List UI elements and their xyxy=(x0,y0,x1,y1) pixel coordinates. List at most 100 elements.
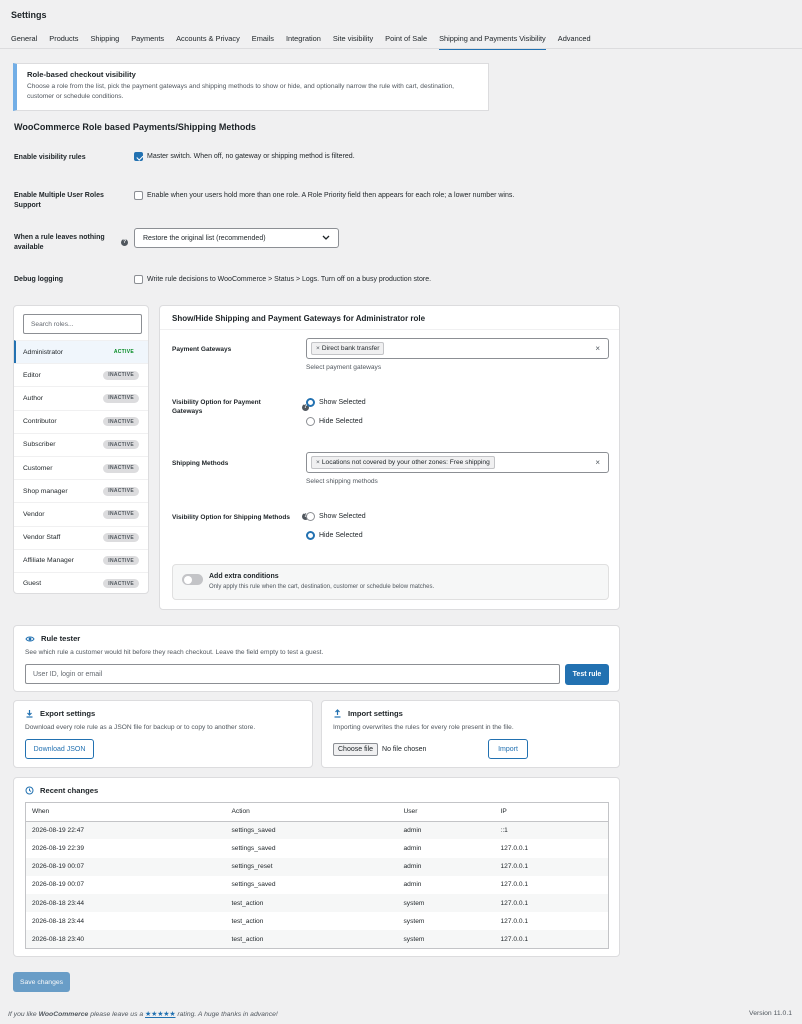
role-item[interactable]: Subscriber INACTIVE xyxy=(14,432,148,456)
recent-changes-table: When Action User IP 2026-08-19 22:47 setting… xyxy=(25,802,609,950)
remove-tag-icon[interactable]: × xyxy=(316,459,320,466)
role-name: Administrator xyxy=(23,348,64,356)
tabs-divider xyxy=(0,48,802,49)
recent-changes-title: Recent changes xyxy=(40,786,99,795)
footer-brand: WooCommerce xyxy=(38,1011,89,1018)
status-badge: INACTIVE xyxy=(103,417,139,427)
radio-button[interactable] xyxy=(306,398,315,407)
table-cell: test_action xyxy=(225,930,398,949)
debug-checkbox[interactable] xyxy=(134,275,143,284)
table-cell: 2026-08-19 22:47 xyxy=(25,821,226,840)
enable-visibility-text: Master switch. When off, no gateway or s… xyxy=(147,153,355,160)
file-picker[interactable]: Choose file No file chosen xyxy=(333,743,426,756)
shipping-hide-radio[interactable]: Hide Selected xyxy=(306,531,363,540)
table-cell: 127.0.0.1 xyxy=(500,917,529,925)
enable-visibility-checkbox[interactable] xyxy=(134,152,143,161)
shipping-show-label: Show Selected xyxy=(319,513,366,520)
import-description: Importing overwrites the rules for every… xyxy=(333,724,514,731)
import-card: Import settings Importing overwrites the… xyxy=(321,700,620,768)
payment-show-label: Show Selected xyxy=(319,399,366,406)
table-row: 2026-08-19 00:07 settings_saved admin 127.0… xyxy=(26,876,609,894)
role-item[interactable]: Affiliate Manager INACTIVE xyxy=(14,548,148,572)
clear-icon[interactable]: × xyxy=(595,344,600,353)
multiple-roles-checkbox[interactable] xyxy=(134,191,143,200)
table-row: 2026-08-19 00:07 settings_reset admin 127.0… xyxy=(25,857,609,876)
column-header: When xyxy=(25,802,226,822)
extra-conditions-title: Add extra conditions xyxy=(209,573,279,580)
table-cell: 2026-08-19 00:07 xyxy=(25,857,226,876)
choose-file-button[interactable]: Choose file xyxy=(333,743,379,756)
role-item[interactable]: Vendor INACTIVE xyxy=(14,502,148,525)
role-item[interactable]: Administrator ACTIVE xyxy=(14,340,148,364)
table-body: 2026-08-19 22:47 settings_saved admin::1 20… xyxy=(25,821,609,949)
remove-tag-icon[interactable]: × xyxy=(316,345,320,352)
payment-show-radio[interactable]: Show Selected xyxy=(306,398,366,407)
export-card: Export settings Download every role rule… xyxy=(13,700,313,768)
role-item[interactable]: Contributor INACTIVE xyxy=(14,409,148,433)
table-cell: 2026-08-18 23:44 xyxy=(25,894,226,913)
role-item[interactable]: Vendor Staff INACTIVE xyxy=(14,525,148,549)
user-lookup-input[interactable]: User ID, login or email xyxy=(25,664,560,684)
role-name: Vendor Staff xyxy=(23,534,61,542)
shipping-methods-select[interactable]: × Locations not covered by your other zon… xyxy=(306,452,609,473)
import-title: Import settings xyxy=(348,709,403,718)
download-json-button[interactable]: Download JSON xyxy=(25,739,94,759)
role-item[interactable]: Customer INACTIVE xyxy=(14,455,148,479)
enable-visibility-option[interactable]: Master switch. When off, no gateway or s… xyxy=(134,152,355,161)
payment-hide-radio[interactable]: Hide Selected xyxy=(306,417,363,426)
rule-tester-card: Rule tester See which rule a customer wo… xyxy=(13,625,620,692)
clear-icon[interactable]: × xyxy=(595,458,600,467)
info-notice: Role-based checkout visibility Choose a … xyxy=(13,63,489,111)
multiple-roles-option[interactable]: Enable when your users hold more than on… xyxy=(134,191,514,200)
status-badge: INACTIVE xyxy=(103,370,139,380)
role-item[interactable]: Shop manager INACTIVE xyxy=(14,479,148,502)
chevron-down-icon xyxy=(322,235,330,240)
page-title: Settings xyxy=(11,10,47,20)
notice-title: Role-based checkout visibility xyxy=(27,70,136,79)
role-item[interactable]: Author INACTIVE xyxy=(14,386,148,409)
payment-visibility-label: Visibility Option for Payment Gateways xyxy=(172,399,261,416)
status-badge: INACTIVE xyxy=(103,393,139,403)
import-button[interactable]: Import xyxy=(488,739,528,759)
footer-suffix: rating. A huge thanks in advance! xyxy=(175,1011,278,1018)
table-row: 2026-08-18 23:44 test_action system 127.0.0… xyxy=(25,894,609,913)
extra-conditions-box: Add extra conditions Only apply this rul… xyxy=(172,564,609,600)
rating-stars-link[interactable]: ★★★★★ xyxy=(145,1011,175,1018)
fallback-label: When a rule leaves nothing available xyxy=(14,234,105,251)
table-cell: settings_saved xyxy=(231,845,276,853)
table-cell: admin xyxy=(397,857,495,876)
radio-button[interactable] xyxy=(306,512,315,521)
debug-option[interactable]: Write rule decisions to WooCommerce > St… xyxy=(134,275,431,284)
role-item[interactable]: Guest INACTIVE xyxy=(14,571,148,595)
table-cell: system xyxy=(397,930,495,949)
role-item[interactable]: Editor INACTIVE xyxy=(14,363,148,386)
save-changes-button[interactable]: Save changes xyxy=(13,972,70,992)
footer-prefix: If you like xyxy=(8,1011,39,1018)
table-row: 2026-08-19 22:39 settings_saved admin 127.0… xyxy=(26,839,609,857)
status-badge: INACTIVE xyxy=(103,463,139,473)
status-badge: ACTIVE xyxy=(113,349,134,356)
table-cell: system xyxy=(397,894,495,913)
rule-tester-title: Rule tester xyxy=(41,634,81,643)
radio-button[interactable] xyxy=(306,531,315,540)
payment-gateways-hint: Select payment gateways xyxy=(306,364,382,371)
upload-icon xyxy=(334,709,341,718)
status-badge: INACTIVE xyxy=(103,486,139,496)
payment-gateway-tag-label: Direct bank transfer xyxy=(321,345,380,352)
shipping-method-tag[interactable]: × Locations not covered by your other zon… xyxy=(311,456,495,469)
role-rule-panel: Show/Hide Shipping and Payment Gateways … xyxy=(159,305,620,610)
test-rule-button[interactable]: Test rule xyxy=(565,664,609,685)
radio-button[interactable] xyxy=(306,417,315,426)
panel-title: Show/Hide Shipping and Payment Gateways … xyxy=(172,314,426,323)
search-roles-input[interactable]: Search roles... xyxy=(23,314,142,334)
role-name: Subscriber xyxy=(23,441,56,449)
shipping-show-radio[interactable]: Show Selected xyxy=(306,512,366,521)
table-cell: settings_saved xyxy=(225,821,398,840)
fallback-select[interactable]: Restore the original list (recommended) xyxy=(134,228,339,248)
payment-gateways-select[interactable]: × Direct bank transfer × xyxy=(306,338,609,359)
table-cell: admin xyxy=(397,821,495,840)
table-row: 2026-08-18 23:40 test_action system 127.0.0… xyxy=(25,930,609,949)
payment-gateway-tag[interactable]: × Direct bank transfer xyxy=(311,342,385,355)
help-icon[interactable]: ? xyxy=(121,239,128,246)
extra-conditions-toggle[interactable] xyxy=(182,574,203,585)
